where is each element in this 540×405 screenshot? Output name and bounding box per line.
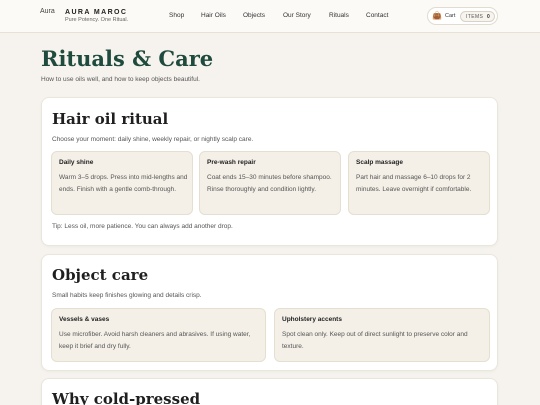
brand-logo[interactable]: Aura <box>40 7 59 26</box>
brand-name[interactable]: AURA MAROC <box>65 9 127 16</box>
page-title: Rituals & Care <box>41 46 214 71</box>
ritual-tip: Tip: Less oil, more patience. You can al… <box>52 223 233 230</box>
object-care-subtitle: Small habits keep finishes glowing and d… <box>52 292 202 299</box>
hair-oil-ritual-card: Hair oil ritual Choose your moment: dail… <box>41 97 498 246</box>
tile-text: Spot clean only. Keep out of direct sunl… <box>282 331 468 350</box>
cold-pressed-title: Why cold-pressed <box>52 390 201 405</box>
nav-contact[interactable]: Contact <box>366 12 388 19</box>
care-tile-upholstery-accents: Upholstery accents Spot clean only. Keep… <box>274 308 490 362</box>
nav-our-story[interactable]: Our Story <box>283 12 311 19</box>
nav-shop[interactable]: Shop <box>169 12 184 19</box>
nav-rituals[interactable]: Rituals <box>329 12 349 19</box>
cart-items-badge: ITEMS 0 <box>460 11 495 22</box>
ritual-tile-daily-shine: Daily shine Warm 3–5 drops. Press into m… <box>51 151 193 215</box>
tile-title: Upholstery accents <box>282 316 342 323</box>
tile-title: Scalp massage <box>356 159 403 166</box>
cart-items-count: 0 <box>487 14 490 20</box>
cart-button[interactable]: 👜 Cart ITEMS 0 <box>427 7 498 25</box>
tile-text: Coat ends 15–30 minutes before shampoo. … <box>207 174 332 193</box>
cold-pressed-card: Why cold-pressed <box>41 378 498 405</box>
brand-tagline: Pure Potency. One Ritual. <box>65 17 129 23</box>
page-subtitle: How to use oils well, and how to keep ob… <box>41 76 200 83</box>
site-header: Aura AURA MAROC Pure Potency. One Ritual… <box>0 0 540 33</box>
cart-items-label: ITEMS <box>466 14 484 20</box>
nav-hair-oils[interactable]: Hair Oils <box>201 12 226 19</box>
object-care-title: Object care <box>52 266 149 284</box>
hair-ritual-title: Hair oil ritual <box>52 110 169 128</box>
care-tile-vessels-vases: Vessels & vases Use microfiber. Avoid ha… <box>51 308 266 362</box>
tile-title: Pre-wash repair <box>207 159 256 166</box>
cart-label: Cart <box>445 13 456 19</box>
tile-text: Part hair and massage 6–10 drops for 2 m… <box>356 174 472 193</box>
tile-text: Warm 3–5 drops. Press into mid-lengths a… <box>59 174 188 193</box>
hair-ritual-subtitle: Choose your moment: daily shine, weekly … <box>52 136 254 143</box>
tile-text: Use microfiber. Avoid harsh cleaners and… <box>59 331 251 350</box>
tile-title: Daily shine <box>59 159 94 166</box>
nav-objects[interactable]: Objects <box>243 12 265 19</box>
tile-title: Vessels & vases <box>59 316 110 323</box>
object-care-card: Object care Small habits keep finishes g… <box>41 254 498 371</box>
ritual-tile-pre-wash-repair: Pre-wash repair Coat ends 15–30 minutes … <box>199 151 341 215</box>
cart-icon: 👜 <box>432 11 442 20</box>
ritual-tile-scalp-massage: Scalp massage Part hair and massage 6–10… <box>348 151 490 215</box>
